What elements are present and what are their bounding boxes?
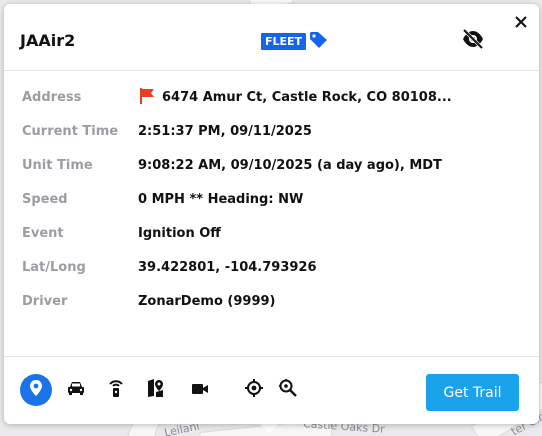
detail-row-event: Event Ignition Off [4, 218, 539, 252]
tracker-button[interactable] [100, 374, 132, 406]
vehicle-popup: JAAir2 FLEET Address 6474 Amur Ct, Castl… [4, 4, 539, 424]
location-button[interactable] [20, 374, 52, 406]
detail-value: 2:51:37 PM, 09/11/2025 [138, 124, 312, 139]
camera-button[interactable] [184, 374, 216, 406]
get-trail-button[interactable]: Get Trail [426, 374, 519, 411]
zoom-to-unit-button[interactable] [272, 374, 304, 406]
tag-icon[interactable] [309, 31, 329, 53]
map-pins-button[interactable] [140, 374, 172, 406]
detail-label: Speed [22, 192, 68, 207]
flag-icon [138, 87, 156, 109]
detail-row-driver: Driver ZonarDemo (9999) [4, 286, 539, 320]
detail-row-address: Address 6474 Amur Ct, Castle Rock, CO 80… [4, 82, 539, 116]
detail-row-latlong: Lat/Long 39.422801, -104.793926 [4, 252, 539, 286]
detail-label: Address [22, 90, 82, 105]
zoom-to-icon [278, 378, 298, 402]
location-pin-icon [28, 379, 44, 401]
car-icon [67, 380, 85, 400]
detail-label: Driver [22, 294, 68, 309]
tracker-icon [107, 378, 125, 402]
close-icon[interactable] [514, 14, 528, 33]
unit-name: JAAir2 [20, 31, 76, 50]
detail-value: Ignition Off [138, 226, 221, 241]
hide-eye-icon[interactable] [461, 28, 485, 53]
detail-label: Unit Time [22, 158, 93, 173]
detail-row-speed: Speed 0 MPH ** Heading: NW [4, 184, 539, 218]
fleet-badge: FLEET [261, 33, 307, 50]
detail-value: 9:08:22 AM, 09/10/2025 (a day ago), MDT [138, 158, 442, 173]
detail-label: Lat/Long [22, 260, 86, 275]
popup-header: JAAir2 FLEET [4, 4, 539, 71]
detail-row-current-time: Current Time 2:51:37 PM, 09/11/2025 [4, 116, 539, 150]
detail-value: 6474 Amur Ct, Castle Rock, CO 80108... [162, 90, 452, 105]
detail-row-unit-time: Unit Time 9:08:22 AM, 09/10/2025 (a day … [4, 150, 539, 184]
center-on-unit-button[interactable] [238, 374, 270, 406]
detail-label: Current Time [22, 124, 119, 139]
map-pins-icon [146, 378, 166, 402]
vehicle-button[interactable] [60, 374, 92, 406]
detail-value: 0 MPH ** Heading: NW [138, 192, 304, 207]
popup-footer: Get Trail [4, 356, 539, 425]
detail-value: ZonarDemo (9999) [138, 294, 276, 309]
detail-label: Event [22, 226, 64, 241]
crosshair-icon [244, 378, 264, 402]
detail-value: 39.422801, -104.793926 [138, 260, 317, 275]
camera-icon [191, 381, 209, 400]
